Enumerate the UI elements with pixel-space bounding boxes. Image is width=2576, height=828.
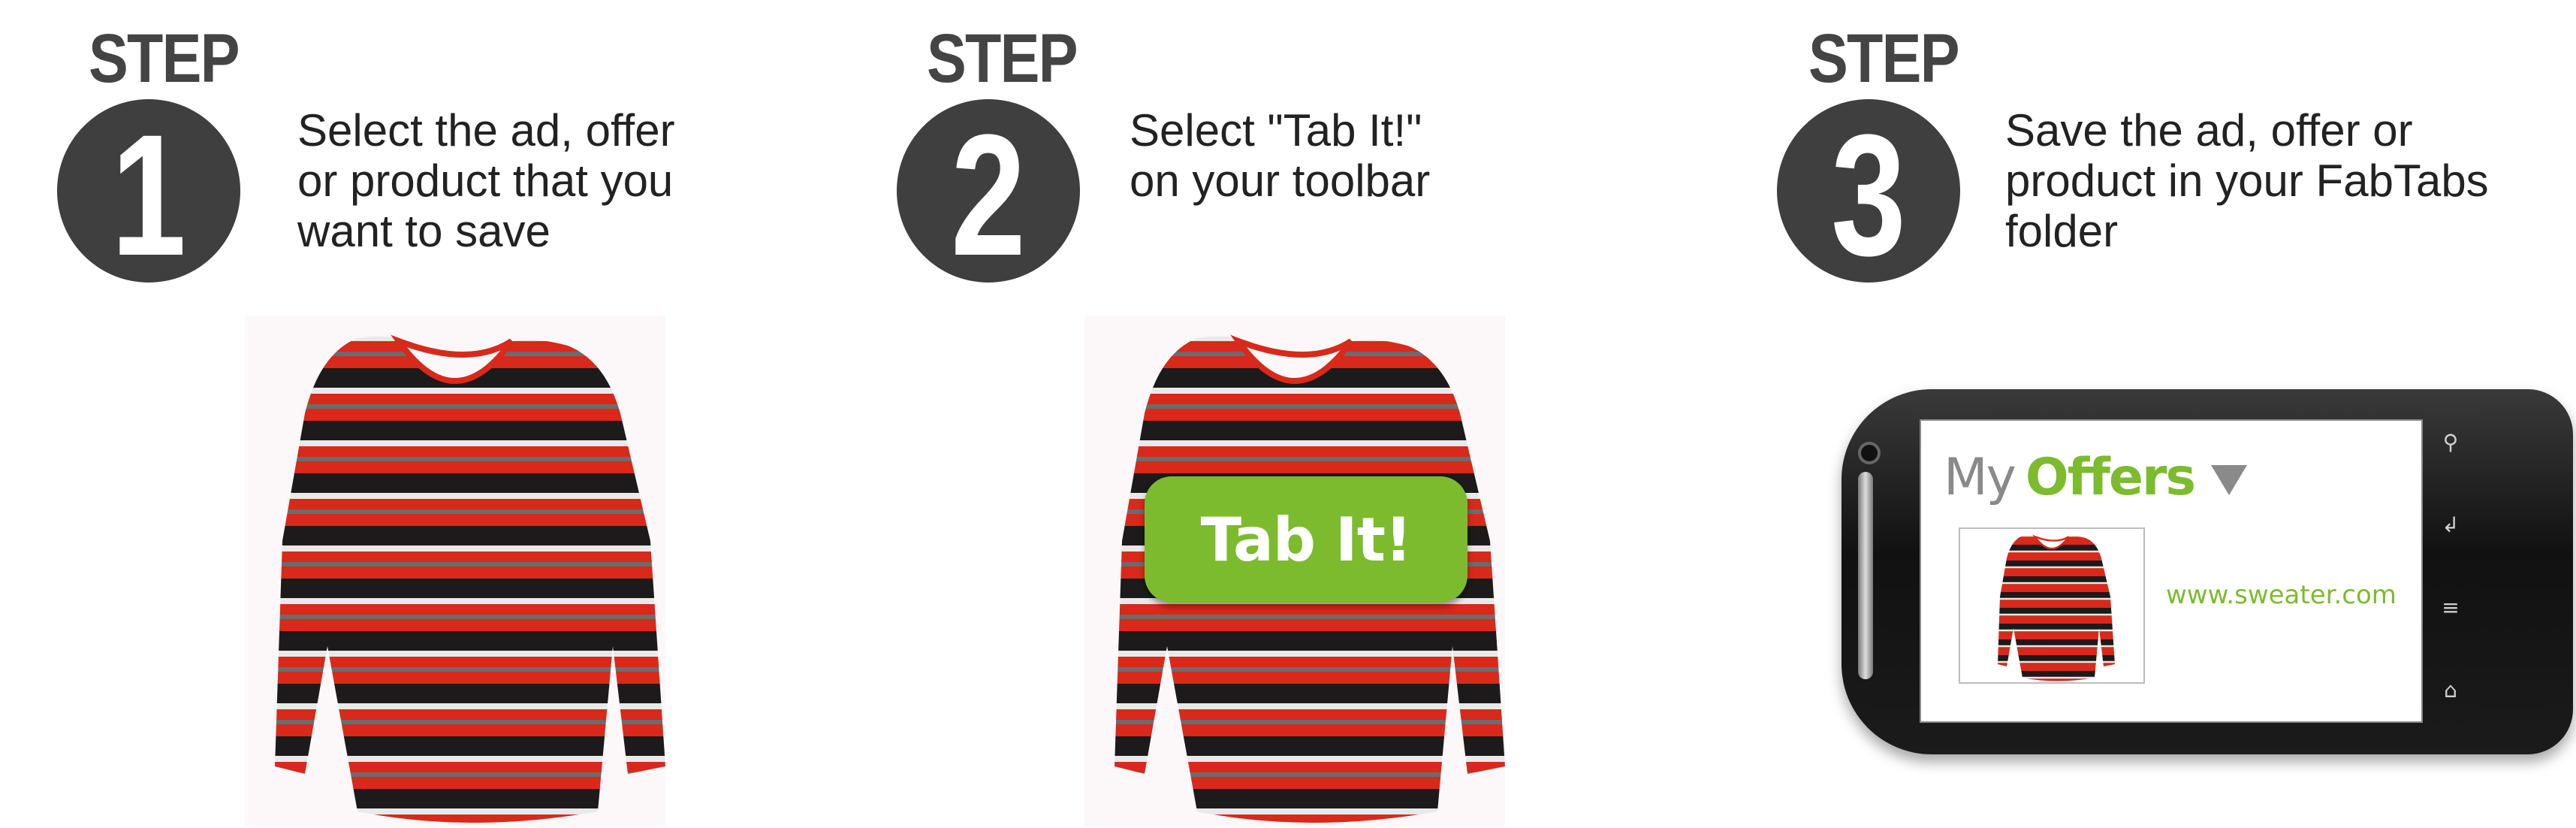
tab-it-button[interactable]: Tab It! xyxy=(1145,476,1467,603)
step-3-description: Save the ad, offer or product in your Fa… xyxy=(2005,105,2576,256)
my-offers-title-offers: Offers xyxy=(2025,448,2196,507)
camera-icon xyxy=(1858,442,1881,464)
sweater-image xyxy=(275,334,665,823)
step-3-label: STEP xyxy=(1808,20,1959,97)
step-2-line-2: on your toolbar xyxy=(1130,156,1431,206)
search-icon[interactable]: ⚲ xyxy=(2438,430,2463,455)
step-1-line-3: want to save xyxy=(297,206,550,256)
offer-url-link[interactable]: www.sweater.com xyxy=(2166,580,2397,610)
step-2-description: Select "Tab It!" on your toolbar xyxy=(1130,105,1715,206)
step-1-number: 1 xyxy=(111,98,186,292)
sweater-thumbnail-image xyxy=(1998,534,2115,681)
menu-icon[interactable]: ≡ xyxy=(2438,595,2463,621)
offer-thumbnail[interactable] xyxy=(1959,527,2145,684)
step-2-label: STEP xyxy=(927,20,1078,97)
back-icon[interactable]: ↲ xyxy=(2438,512,2463,538)
step-3-line-2: product in your FabTabs xyxy=(2005,156,2489,206)
step-2-badge: 2 xyxy=(897,99,1080,283)
step-3-line-1: Save the ad, offer or xyxy=(2005,105,2413,156)
my-offers-header[interactable]: My Offers xyxy=(1944,448,2248,507)
step-3-number: 3 xyxy=(1831,98,1906,292)
dropdown-arrow-icon[interactable] xyxy=(2211,465,2248,496)
step-1-line-1: Select the ad, offer xyxy=(297,105,675,156)
step-1-description: Select the ad, offer or product that you… xyxy=(297,105,883,256)
home-icon[interactable]: ⌂ xyxy=(2438,678,2463,703)
sweater-product-image[interactable] xyxy=(245,316,665,826)
step-1-label: STEP xyxy=(89,20,240,97)
step-1-line-2: or product that you xyxy=(297,156,674,206)
step-2-number: 2 xyxy=(951,98,1026,292)
step-3-badge: 3 xyxy=(1777,99,1960,283)
step-3-line-3: folder xyxy=(2005,206,2119,256)
my-offers-title-my: My xyxy=(1944,448,2016,507)
step-2-line-1: Select "Tab It!" xyxy=(1130,105,1422,156)
step-1-badge: 1 xyxy=(57,99,240,283)
phone-screen: My Offers www.sweater.com xyxy=(1920,419,2423,723)
tab-it-label: Tab It! xyxy=(1200,504,1413,575)
phone-side-button xyxy=(1858,472,1873,679)
